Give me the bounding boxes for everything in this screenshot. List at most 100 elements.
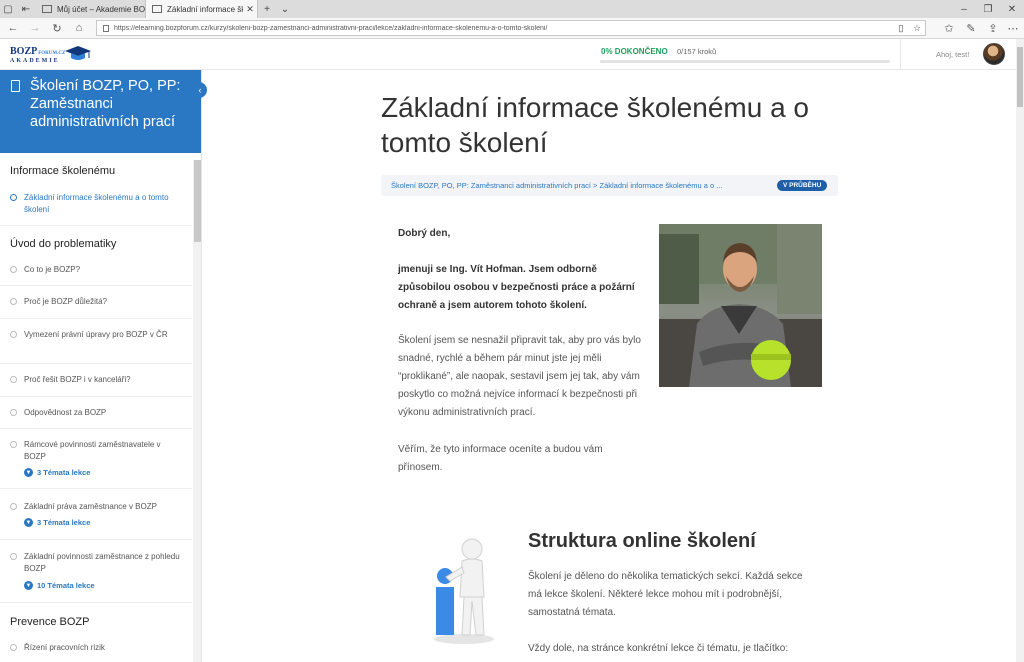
site-header: BOZPFORUM.CZ AKADEMIE 0% DOKONČENO 0/157… <box>0 39 1024 70</box>
address-toolbar: ← → ↻ ⌂ https://elearning.bozpforum.cz/k… <box>0 18 1024 39</box>
breadcrumb-text[interactable]: Školení BOZP, PO, PP: Zaměstnanci admini… <box>391 181 771 190</box>
home-icon[interactable]: ⌂ <box>70 20 88 36</box>
refresh-icon[interactable]: ↻ <box>48 20 66 36</box>
sidebar-scrollbar[interactable] <box>193 160 201 662</box>
lesson-label: Proč je BOZP důležitá? <box>24 297 108 306</box>
lesson-topics-toggle[interactable]: ▼ 3 Témata lekce <box>24 518 90 527</box>
lock-icon <box>103 24 109 32</box>
lesson-label: Proč řešit BOZP i v kanceláři? <box>24 375 131 384</box>
paragraph: Vždy dole, na stránce konkrétní lekce či… <box>528 643 789 654</box>
lesson-topics-toggle[interactable]: ▼ 3 Témata lekce <box>24 468 90 477</box>
browser-tab-lesson[interactable]: Základní informace škol ✕ <box>146 0 258 18</box>
breadcrumb: Školení BOZP, PO, PP: Zaměstnanci admini… <box>381 175 838 196</box>
divider <box>0 225 192 226</box>
user-greeting[interactable]: Ahoj, test! <box>936 50 969 59</box>
lesson-label: Odpovědnost za BOZP <box>24 408 107 417</box>
topics-count: 3 Témata lekce <box>37 468 91 477</box>
lesson-label: Základní povinnosti zaměstnance z pohled… <box>24 552 180 573</box>
author-photo-graphic <box>659 224 822 387</box>
collapse-sidebar-button[interactable]: ‹ <box>193 82 207 98</box>
author-photo <box>659 224 822 387</box>
progress-label: 0% DOKONČENO <box>601 47 668 56</box>
lesson-label: Řízení pracovních rizik <box>24 643 105 652</box>
divider <box>0 396 192 397</box>
back-icon[interactable]: ← <box>4 20 22 36</box>
page-icon <box>152 5 162 13</box>
chevron-left-icon: ‹ <box>198 85 202 95</box>
favorites-icon[interactable]: ✩ <box>940 20 958 36</box>
lesson-label: Základní informace školenému a o tomto š… <box>24 193 169 214</box>
url-text: https://elearning.bozpforum.cz/kurzy/sko… <box>114 24 548 32</box>
status-circle-icon <box>10 441 17 448</box>
forward-icon[interactable]: → <box>26 20 44 36</box>
set-aside-tabs-icon[interactable]: ⇤ <box>18 0 34 18</box>
status-circle-icon <box>10 298 17 305</box>
divider <box>0 318 192 319</box>
lesson-topics-toggle[interactable]: ▼ 10 Témata lekce <box>24 581 95 590</box>
progress-bar <box>600 60 890 63</box>
lesson-sidebar: Školení BOZP, PO, PP: Zaměstnanci admini… <box>0 70 202 662</box>
tab-title: Můj účet – Akademie BOZP <box>57 4 145 14</box>
page-title: Základní informace školenému a o tomto š… <box>381 92 809 158</box>
status-circle-icon <box>10 503 17 510</box>
course-title-panel[interactable]: Školení BOZP, PO, PP: Zaměstnanci admini… <box>0 70 201 153</box>
address-bar[interactable]: https://elearning.bozpforum.cz/kurzy/sko… <box>96 20 926 36</box>
info-figure-illustration <box>434 538 494 644</box>
graduation-cap-icon <box>65 46 91 60</box>
lesson-label: Vymezení právní úpravy pro BOZP v ČR <box>24 330 168 339</box>
chevron-down-icon: ▼ <box>24 518 33 527</box>
pen-icon[interactable]: ✎ <box>962 20 980 36</box>
favorite-star-icon[interactable]: ☆ <box>909 23 925 34</box>
tab-actions-icon[interactable]: ▢ <box>0 0 16 18</box>
chevron-down-icon: ▼ <box>24 581 33 590</box>
share-icon[interactable]: ⇪ <box>984 20 1002 36</box>
status-circle-icon <box>10 331 17 338</box>
minimize-icon[interactable]: – <box>954 0 974 18</box>
divider <box>0 363 192 364</box>
lesson-label: Základní práva zaměstnance v BOZP <box>24 502 157 511</box>
status-circle-icon <box>10 644 17 651</box>
logo-text: BOZPFORUM.CZ <box>10 46 66 57</box>
topics-count: 3 Témata lekce <box>37 518 91 527</box>
paragraph: Věřím, že tyto informace oceníte a budou… <box>398 444 603 473</box>
lesson-item-current[interactable]: Základní informace školenému a o tomto š… <box>10 192 186 218</box>
paragraph: Školení jsem se nesnažil připravit tak, … <box>398 335 641 418</box>
progress-steps: 0/157 kroků <box>677 47 717 56</box>
section-heading[interactable]: Prevence BOZP <box>10 616 89 628</box>
book-icon <box>11 80 20 92</box>
page-scrollbar[interactable] <box>1016 39 1024 662</box>
status-circle-icon <box>10 194 17 201</box>
close-window-icon[interactable]: ✕ <box>1002 0 1022 18</box>
chevron-down-icon: ▼ <box>24 468 33 477</box>
divider <box>0 602 192 603</box>
page-icon <box>42 5 52 13</box>
section-heading[interactable]: Informace školenému <box>10 165 115 177</box>
status-circle-icon <box>10 553 17 560</box>
greeting-text: Dobrý den, <box>398 228 451 239</box>
section-heading[interactable]: Úvod do problematiky <box>10 238 116 250</box>
reading-view-icon[interactable]: ▯ <box>893 23 909 34</box>
intro-text: jmenuji se Ing. Vít Hofman. Jsem odborně… <box>398 264 635 311</box>
divider <box>0 285 192 286</box>
paragraph: Školení je děleno do několika tematickýc… <box>528 571 803 618</box>
close-tab-icon[interactable]: ✕ <box>243 4 257 15</box>
status-circle-icon <box>10 266 17 273</box>
tab-title: Základní informace škol <box>167 4 243 14</box>
restore-icon[interactable]: ❐ <box>978 0 998 18</box>
status-circle-icon <box>10 409 17 416</box>
more-icon[interactable]: ⋯ <box>1004 20 1022 36</box>
tab-list-chevron-icon[interactable]: ⌄ <box>278 0 292 18</box>
lesson-label: Rámcové povinnosti zaměstnavatele v BOZP <box>24 440 161 461</box>
divider <box>0 488 192 489</box>
avatar[interactable] <box>983 43 1005 65</box>
scrollbar-thumb[interactable] <box>194 160 201 242</box>
scrollbar-thumb[interactable] <box>1017 47 1023 107</box>
browser-tab-account[interactable]: Můj účet – Akademie BOZP <box>36 0 146 18</box>
divider <box>0 428 192 429</box>
logo-subtext: AKADEMIE <box>10 58 60 64</box>
logo[interactable]: BOZPFORUM.CZ AKADEMIE <box>8 43 92 67</box>
new-tab-icon[interactable]: + <box>260 0 274 18</box>
section-title: Struktura online školení <box>528 530 756 552</box>
lesson-label: Co to je BOZP? <box>24 265 81 274</box>
header-divider <box>900 39 901 70</box>
